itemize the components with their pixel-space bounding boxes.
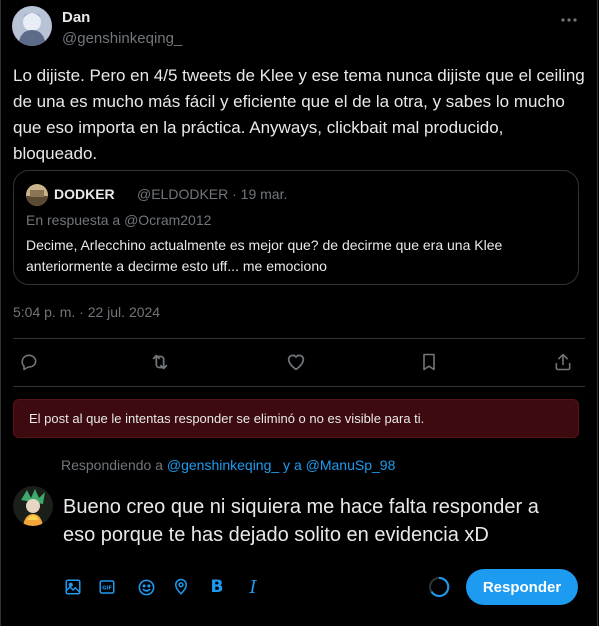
author-avatar[interactable] bbox=[12, 6, 52, 46]
reply-icon[interactable] bbox=[17, 350, 41, 374]
quoted-tweet-text: Decime, Arlecchino actualmente es mejor … bbox=[26, 237, 503, 274]
quoted-reply-context: En respuesta a @Ocram2012 bbox=[26, 212, 211, 228]
replying-prefix: Respondiendo a bbox=[61, 457, 167, 473]
quoted-reply-prefix: En respuesta a bbox=[26, 212, 125, 228]
replying-and[interactable]: y a bbox=[279, 457, 305, 473]
replying-to: Respondiendo a @genshinkeqing_ y a @Manu… bbox=[61, 457, 395, 473]
bold-icon[interactable]: B bbox=[207, 577, 227, 597]
left-border bbox=[0, 0, 1, 626]
image-icon[interactable] bbox=[63, 577, 83, 597]
author-handle[interactable]: @genshinkeqing_ bbox=[62, 30, 182, 47]
right-border bbox=[597, 0, 598, 626]
quoted-author-name[interactable]: DODKER bbox=[54, 186, 115, 202]
divider bbox=[13, 338, 585, 339]
share-icon[interactable] bbox=[551, 350, 575, 374]
more-horizontal-icon[interactable] bbox=[559, 10, 579, 30]
svg-text:GIF: GIF bbox=[102, 586, 112, 592]
retweet-icon[interactable] bbox=[148, 350, 172, 374]
like-icon[interactable] bbox=[284, 350, 308, 374]
replying-mention-1[interactable]: @genshinkeqing_ bbox=[167, 457, 279, 473]
divider bbox=[13, 386, 585, 387]
quoted-tweet[interactable]: DODKER @ELDODKER · 19 mar. En respuesta … bbox=[13, 170, 579, 285]
replying-mention-2[interactable]: @ManuSp_98 bbox=[306, 457, 396, 473]
deleted-post-alert: El post al que le intentas responder se … bbox=[13, 399, 579, 438]
reply-text-input[interactable]: Bueno creo que ni siquiera me hace falta… bbox=[63, 493, 573, 549]
emoji-icon[interactable] bbox=[136, 577, 156, 597]
author-name[interactable]: Dan bbox=[62, 9, 90, 26]
gif-icon[interactable]: GIF bbox=[97, 577, 117, 597]
reply-button[interactable]: Responder bbox=[466, 569, 578, 605]
italic-icon[interactable]: I bbox=[243, 577, 263, 598]
user-avatar[interactable] bbox=[13, 486, 53, 526]
character-count-ring bbox=[428, 576, 450, 598]
tweet-timestamp[interactable]: 5:04 p. m. · 22 jul. 2024 bbox=[13, 304, 160, 320]
quoted-reply-mention[interactable]: @Ocram2012 bbox=[124, 212, 211, 228]
tweet-text: Lo dijiste. Pero en 4/5 tweets de Klee y… bbox=[13, 66, 585, 163]
bookmark-icon[interactable] bbox=[417, 350, 441, 374]
action-bar bbox=[13, 348, 585, 376]
quoted-author-meta: @ELDODKER · 19 mar. bbox=[137, 186, 288, 202]
location-icon[interactable] bbox=[171, 577, 191, 597]
quoted-author-avatar[interactable] bbox=[26, 184, 48, 206]
